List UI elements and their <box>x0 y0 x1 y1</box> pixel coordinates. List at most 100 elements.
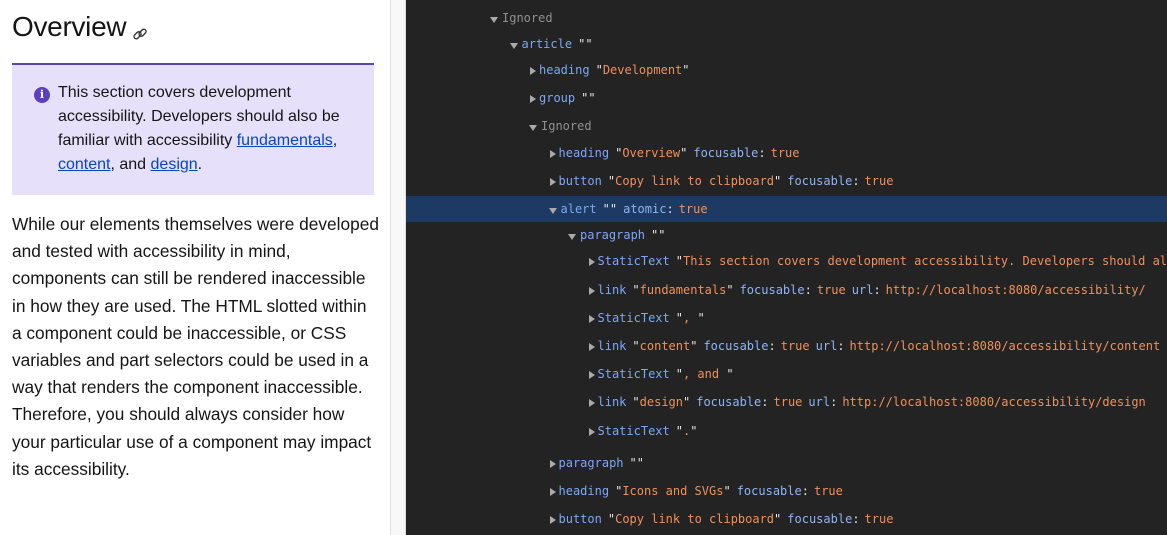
tree-node-group[interactable]: group <box>406 85 1167 111</box>
collapsed-triangle-icon[interactable] <box>588 257 595 266</box>
node-prop-value: true <box>773 395 803 409</box>
node-name: This section covers development accessib… <box>676 254 1167 268</box>
tree-node-heading[interactable]: heading Overview focusabletrue <box>406 140 1167 166</box>
collapsed-triangle-icon[interactable] <box>549 515 556 524</box>
node-role: StaticText <box>597 311 670 325</box>
tree-node-article[interactable]: article <box>406 31 1167 57</box>
collapsed-triangle-icon[interactable] <box>530 66 536 75</box>
node-role: Ignored <box>502 11 553 25</box>
tree-node-button[interactable]: button Copy link to clipboard focusabletru… <box>406 506 1167 532</box>
tree-node-statictext[interactable]: StaticText, <box>406 305 1167 331</box>
info-circle-icon: i <box>34 87 50 103</box>
node-prop-key: focusable <box>696 395 773 409</box>
collapsed-triangle-icon[interactable] <box>588 370 595 379</box>
node-name: design <box>632 395 690 409</box>
page-title: Overview <box>12 11 148 43</box>
node-name: . <box>676 424 698 438</box>
node-name: Icons and SVGs <box>615 484 731 498</box>
node-prop-value: true <box>770 146 800 160</box>
node-prop-value: true <box>780 339 810 353</box>
collapsed-triangle-icon[interactable] <box>549 149 556 158</box>
node-role: heading <box>558 146 610 160</box>
expanded-triangle-icon[interactable] <box>548 207 557 214</box>
node-name: fundamentals <box>632 283 733 297</box>
collapsed-triangle-icon[interactable] <box>530 94 536 103</box>
tree-node-paragraph[interactable]: paragraph <box>406 222 1167 248</box>
node-role: heading <box>558 484 610 498</box>
node-role: StaticText <box>597 254 670 268</box>
fundamentals-link[interactable]: fundamentals <box>237 132 333 149</box>
tree-node-button[interactable]: button Copy link to clipboard focusabletru… <box>406 168 1167 194</box>
expanded-triangle-icon[interactable] <box>529 124 537 131</box>
node-prop-value: true <box>864 512 894 526</box>
node-prop-key: focusable <box>787 512 864 526</box>
node-prop-key: focusable <box>703 339 780 353</box>
node-prop-value: http://localhost:8080/accessibility/desi… <box>842 395 1146 409</box>
tree-node-alert[interactable]: alert atomictrue <box>406 196 1167 222</box>
tree-node-heading[interactable]: heading Icons and SVGs focusabletrue <box>406 478 1167 504</box>
node-name: , and <box>676 367 734 381</box>
alert-text-part: , <box>332 132 338 149</box>
node-prop-value: true <box>864 174 894 188</box>
page-title-text: Overview <box>12 11 127 42</box>
collapsed-triangle-icon[interactable] <box>588 398 595 407</box>
link-icon[interactable] <box>132 17 148 40</box>
collapsed-triangle-icon[interactable] <box>549 487 556 496</box>
node-prop-key: url <box>852 283 886 297</box>
node-prop-value: true <box>816 283 846 297</box>
collapsed-triangle-icon[interactable] <box>549 177 556 186</box>
node-prop-key: url <box>808 395 842 409</box>
node-role: heading <box>539 63 590 77</box>
node-prop-key: focusable <box>737 484 814 498</box>
tree-node-paragraph[interactable]: paragraph <box>406 450 1167 476</box>
tree-node-statictext[interactable]: StaticText , and <box>406 361 1167 387</box>
tree-node-statictext[interactable]: StaticText. <box>406 418 1167 444</box>
node-role: StaticText <box>597 424 670 438</box>
node-name: Copy link to clipboard <box>608 512 781 526</box>
tree-node-ignored[interactable]: Ignored <box>406 113 1167 139</box>
tree-node-statictext[interactable]: StaticText This section covers developmen… <box>406 248 1167 274</box>
body-paragraph: While our elements themselves were devel… <box>12 214 379 479</box>
node-prop-value: http://localhost:8080/accessibility/cont… <box>849 339 1161 353</box>
expanded-triangle-icon[interactable] <box>568 233 576 240</box>
design-link[interactable]: design <box>151 156 198 173</box>
expanded-triangle-icon[interactable] <box>490 16 498 23</box>
collapsed-triangle-icon[interactable] <box>588 314 595 323</box>
node-role: Ignored <box>541 119 592 133</box>
collapsed-triangle-icon[interactable] <box>549 459 556 468</box>
collapsed-triangle-icon[interactable] <box>588 427 595 436</box>
alert-text-part: , and <box>110 156 151 173</box>
collapsed-triangle-icon[interactable] <box>588 342 595 351</box>
collapsed-triangle-icon[interactable] <box>588 286 595 295</box>
node-role: paragraph <box>580 228 646 242</box>
node-name: Copy link to clipboard <box>608 174 781 188</box>
tree-node-link[interactable]: link fundamentals focusabletrueurlhttp://l… <box>406 277 1167 303</box>
node-prop-value: true <box>813 484 843 498</box>
node-name: Overview <box>615 146 687 160</box>
node-prop-key: focusable <box>693 146 770 160</box>
node-name: , <box>676 311 705 325</box>
tree-node-link[interactable]: link design focusabletrueurlhttp://localho… <box>406 389 1167 415</box>
node-name: Development <box>596 63 690 77</box>
tree-node-ignored[interactable]: Ignored <box>406 5 1167 31</box>
expanded-triangle-icon[interactable] <box>509 42 518 49</box>
tree-node-link[interactable]: link content focusabletrueurlhttp://localh… <box>406 333 1167 359</box>
node-name <box>630 456 644 470</box>
node-prop-key: focusable <box>787 174 864 188</box>
docs-page: Overview i This section covers developme… <box>0 0 391 535</box>
alert-text-part: . <box>197 156 203 173</box>
node-name <box>603 202 617 216</box>
node-prop-value: true <box>678 202 708 216</box>
content-link[interactable]: content <box>58 156 110 173</box>
node-role: group <box>539 91 576 105</box>
node-role: article <box>521 37 573 51</box>
node-role: button <box>558 174 602 188</box>
node-prop-key: atomic <box>623 202 679 216</box>
node-role: link <box>597 339 627 353</box>
tree-node-heading[interactable]: heading Development <box>406 57 1167 83</box>
node-prop-key: url <box>816 339 850 353</box>
node-name <box>651 228 665 242</box>
node-role: link <box>597 395 627 409</box>
panel-resize-handle[interactable] <box>391 0 406 535</box>
alert-text: This section covers development accessib… <box>58 81 358 177</box>
